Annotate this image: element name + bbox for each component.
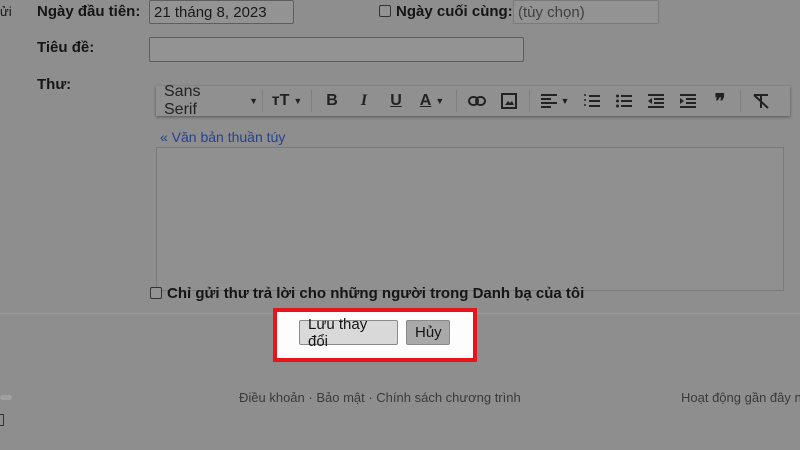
text-color-icon: A bbox=[419, 92, 432, 109]
last-day-input[interactable]: (tùy chọn) bbox=[513, 0, 659, 24]
numbered-list-icon bbox=[584, 94, 600, 107]
plain-text-link[interactable]: « Văn bản thuần túy bbox=[160, 129, 285, 145]
link-icon bbox=[468, 96, 486, 106]
highlight-box bbox=[273, 308, 477, 362]
message-label: Thư: bbox=[37, 76, 72, 93]
align-left-icon bbox=[540, 94, 557, 108]
open-icon[interactable] bbox=[0, 414, 4, 426]
indent-less-icon bbox=[648, 94, 664, 108]
font-name: Sans Serif bbox=[164, 83, 201, 118]
bold-button[interactable]: B bbox=[316, 86, 348, 116]
chevron-down-icon: ▼ bbox=[435, 96, 445, 106]
chevron-down-icon: ▼ bbox=[560, 96, 570, 106]
first-day-input[interactable]: 21 tháng 8, 2023 bbox=[149, 0, 294, 24]
align-button[interactable]: ▼ bbox=[534, 86, 576, 116]
subject-input[interactable] bbox=[149, 37, 524, 62]
indent-more-icon bbox=[680, 94, 696, 108]
divider bbox=[529, 90, 530, 112]
contacts-only-label: Chỉ gửi thư trả lời cho những người tron… bbox=[167, 285, 585, 302]
divider bbox=[456, 90, 457, 112]
font-size-button[interactable]: тT ▼ bbox=[267, 86, 307, 116]
scrollbar[interactable] bbox=[0, 395, 12, 400]
italic-button[interactable]: I bbox=[348, 86, 380, 116]
text-color-button[interactable]: A ▼ bbox=[412, 86, 452, 116]
image-icon bbox=[501, 93, 517, 109]
recent-activity[interactable]: Hoạt động gần đây n bbox=[681, 390, 800, 405]
remove-formatting-icon bbox=[753, 94, 769, 109]
bulleted-list-icon bbox=[616, 94, 632, 108]
last-day-label: Ngày cuối cùng: bbox=[396, 3, 513, 20]
bulleted-list-button[interactable] bbox=[608, 86, 640, 116]
remove-formatting-button[interactable] bbox=[745, 86, 777, 116]
subject-label: Tiêu đề: bbox=[37, 39, 95, 56]
divider bbox=[262, 90, 263, 112]
footer-links[interactable]: Điều khoản · Bảo mật · Chính sách chương… bbox=[239, 390, 521, 405]
chevron-down-icon: ▼ bbox=[293, 96, 303, 106]
indent-more-button[interactable] bbox=[672, 86, 704, 116]
last-day-checkbox[interactable] bbox=[379, 5, 391, 17]
link-button[interactable] bbox=[461, 86, 493, 116]
font-select[interactable]: Sans Serif ▼ bbox=[164, 83, 258, 118]
indent-less-button[interactable] bbox=[640, 86, 672, 116]
formatting-toolbar: Sans Serif ▼ тT ▼ B I U A ▼ ▼ ❞ bbox=[156, 83, 790, 118]
contacts-only-checkbox[interactable] bbox=[150, 287, 162, 299]
quote-button[interactable]: ❞ bbox=[704, 86, 736, 116]
divider bbox=[740, 90, 741, 112]
image-button[interactable] bbox=[493, 86, 525, 116]
message-editor[interactable] bbox=[156, 147, 784, 291]
divider bbox=[311, 90, 312, 112]
cut-off-label: ửi bbox=[0, 4, 12, 19]
first-day-label: Ngày đầu tiên: bbox=[37, 3, 141, 20]
underline-button[interactable]: U bbox=[380, 86, 412, 116]
numbered-list-button[interactable] bbox=[576, 86, 608, 116]
chevron-down-icon: ▼ bbox=[249, 96, 258, 106]
text-size-icon: тT bbox=[271, 92, 290, 109]
